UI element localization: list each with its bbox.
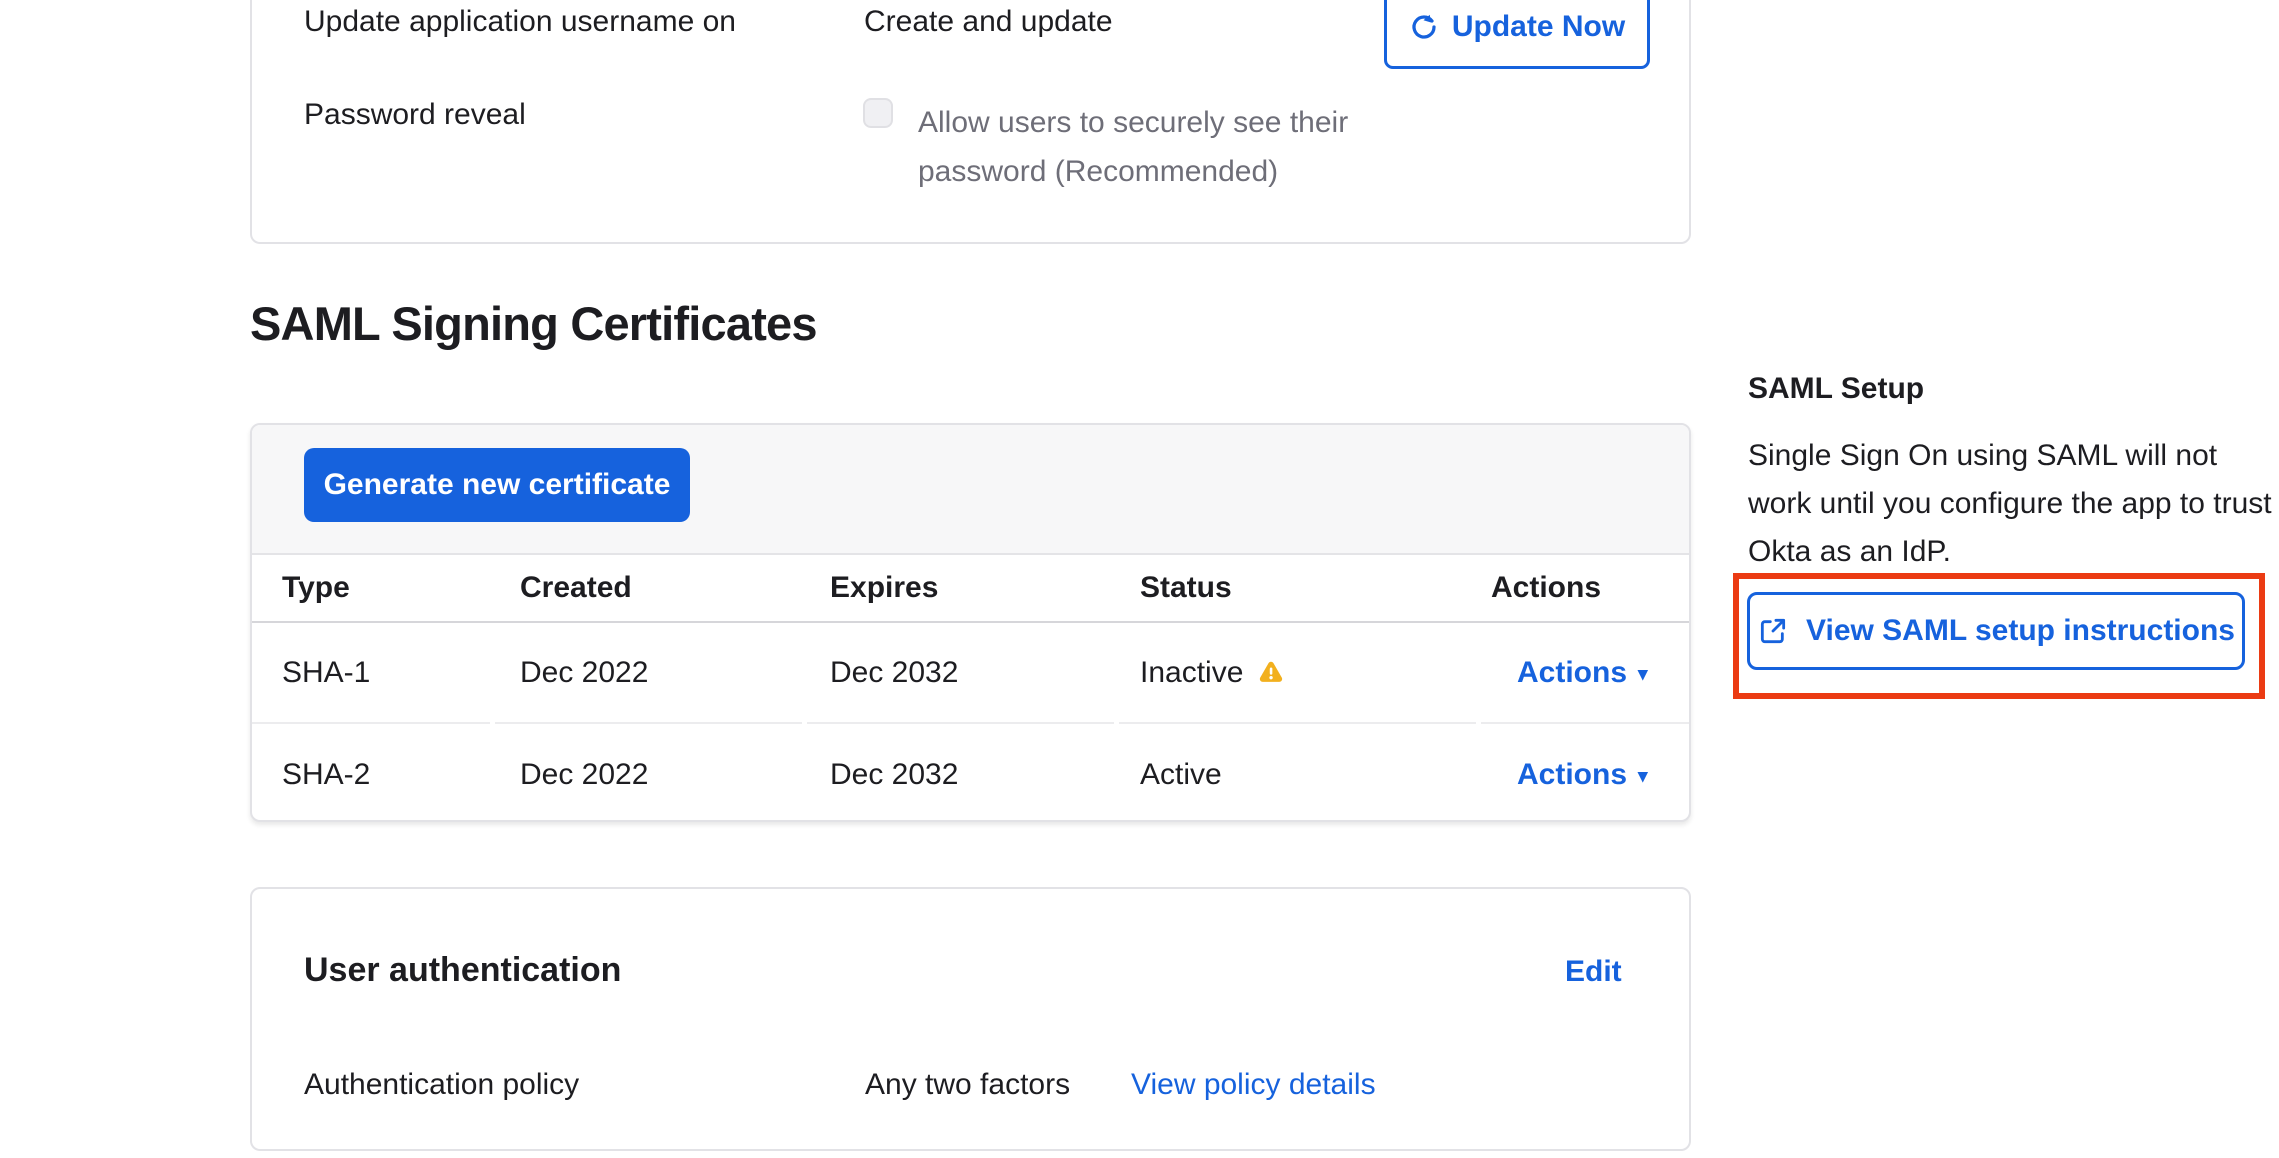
edit-link[interactable]: Edit bbox=[1565, 955, 1622, 989]
col-header-actions: Actions bbox=[1481, 555, 1689, 621]
actions-dropdown[interactable]: Actions ▾ bbox=[1517, 656, 1648, 690]
sign-on-settings-card: Update application username on Create an… bbox=[250, 0, 1691, 244]
col-header-expires: Expires bbox=[807, 555, 1114, 621]
password-reveal-checkbox-label: Allow users to securely see their passwo… bbox=[918, 98, 1484, 196]
actions-dropdown-label: Actions bbox=[1517, 758, 1627, 792]
actions-dropdown[interactable]: Actions ▾ bbox=[1517, 758, 1648, 792]
col-header-created: Created bbox=[495, 555, 802, 621]
authentication-policy-label: Authentication policy bbox=[304, 1067, 579, 1103]
view-policy-details-link[interactable]: View policy details bbox=[1131, 1067, 1376, 1103]
external-link-icon bbox=[1757, 615, 1789, 647]
col-header-status: Status bbox=[1119, 555, 1476, 621]
cert-created: Dec 2022 bbox=[495, 623, 802, 724]
username-update-value: Create and update bbox=[864, 4, 1113, 40]
cert-actions-cell: Actions ▾ bbox=[1481, 623, 1689, 724]
update-now-label: Update Now bbox=[1452, 10, 1625, 44]
warning-icon bbox=[1257, 659, 1285, 686]
cert-status-cell: Inactive bbox=[1119, 623, 1476, 724]
refresh-icon bbox=[1409, 12, 1439, 42]
saml-setup-description: Single Sign On using SAML will not work … bbox=[1748, 432, 2275, 576]
authentication-policy-value: Any two factors bbox=[865, 1067, 1070, 1103]
table-row-sha2: SHA-2 Dec 2022 Dec 2032 Active Actions ▾ bbox=[252, 724, 1689, 822]
caret-down-icon: ▾ bbox=[1638, 765, 1648, 788]
page-title: SAML Signing Certificates bbox=[250, 296, 817, 351]
cert-status-cell: Active bbox=[1119, 724, 1476, 822]
cert-type: SHA-2 bbox=[252, 724, 490, 822]
certificates-table-header: Type Created Expires Status Actions bbox=[252, 555, 1689, 623]
view-saml-instructions-button[interactable]: View SAML setup instructions bbox=[1747, 592, 2245, 670]
view-saml-instructions-label: View SAML setup instructions bbox=[1806, 614, 2235, 648]
generate-certificate-button[interactable]: Generate new certificate bbox=[304, 448, 690, 522]
password-reveal-checkbox[interactable] bbox=[863, 98, 893, 128]
status-badge: Active bbox=[1140, 758, 1222, 792]
update-now-button[interactable]: Update Now bbox=[1384, 0, 1650, 69]
status-badge: Inactive bbox=[1140, 656, 1243, 690]
certificates-card-header: Generate new certificate bbox=[252, 425, 1689, 555]
cert-created: Dec 2022 bbox=[495, 724, 802, 822]
cert-type: SHA-1 bbox=[252, 623, 490, 724]
caret-down-icon: ▾ bbox=[1638, 663, 1648, 686]
okta-app-settings-page: Update application username on Create an… bbox=[0, 0, 2279, 1158]
cert-expires: Dec 2032 bbox=[807, 724, 1114, 822]
password-reveal-label: Password reveal bbox=[304, 97, 526, 133]
saml-setup-title: SAML Setup bbox=[1748, 372, 1924, 406]
user-authentication-title: User authentication bbox=[304, 951, 621, 990]
certificates-card: Generate new certificate Type Created Ex… bbox=[250, 423, 1691, 822]
cert-expires: Dec 2032 bbox=[807, 623, 1114, 724]
table-row-sha1: SHA-1 Dec 2022 Dec 2032 Inactive Actions… bbox=[252, 623, 1689, 724]
actions-dropdown-label: Actions bbox=[1517, 656, 1627, 690]
user-authentication-card: User authentication Edit Authentication … bbox=[250, 887, 1691, 1151]
username-update-label: Update application username on bbox=[304, 4, 736, 40]
cert-actions-cell: Actions ▾ bbox=[1481, 724, 1689, 822]
col-header-type: Type bbox=[252, 555, 490, 621]
